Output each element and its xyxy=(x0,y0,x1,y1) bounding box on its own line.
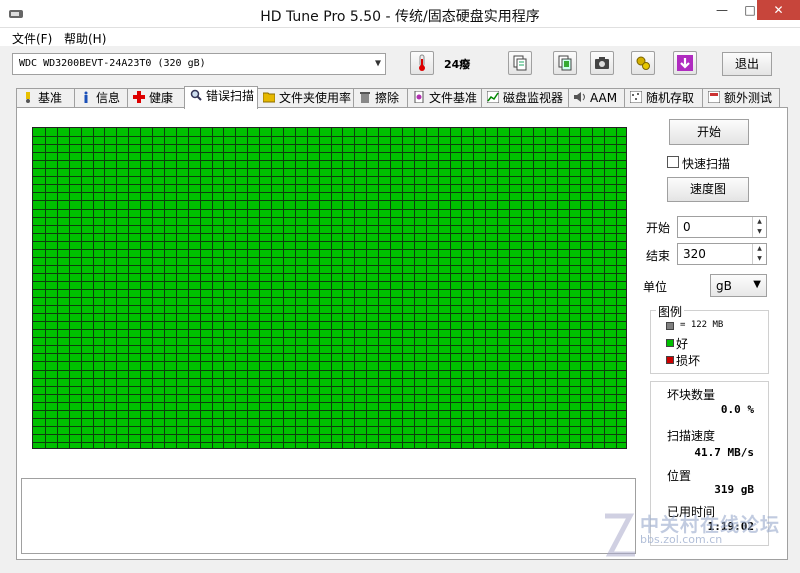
tab-file-benchmark[interactable]: 文件基准 xyxy=(407,88,482,108)
info-icon xyxy=(84,91,88,103)
save-icon xyxy=(677,55,693,71)
title-bar: HD Tune Pro 5.50 - 传统/固态硬盘实用程序 — □ ✕ xyxy=(0,0,800,28)
tab-aam[interactable]: AAM xyxy=(568,88,625,108)
drive-select[interactable]: WDC WD3200BEVT-24A23T0 (320 gB) ▼ xyxy=(12,53,386,75)
random-access-icon xyxy=(630,91,642,103)
tab-extra-tests[interactable]: 额外测试 xyxy=(702,88,780,108)
tab-disk-monitor-label: 磁盘监视器 xyxy=(503,91,564,105)
bad-blocks-value: 0.0 % xyxy=(720,403,754,416)
scan-block-grid xyxy=(32,127,627,449)
tab-health[interactable]: 健康 xyxy=(127,88,185,108)
start-position-stepper[interactable]: 0 ▲ ▼ xyxy=(677,216,767,238)
scan-block-grid-svg xyxy=(33,128,626,448)
end-field-label: 结束 xyxy=(646,249,671,263)
close-button[interactable]: ✕ xyxy=(757,0,800,20)
tab-error-scan-label: 错误扫描 xyxy=(206,89,255,103)
legend-block-size: = 122 MB xyxy=(680,320,724,330)
tab-folder-usage-label: 文件夹使用率 xyxy=(279,91,352,105)
scan-speed-label: 扫描速度 xyxy=(667,429,716,443)
menu-help[interactable]: 帮助(H) xyxy=(64,30,106,47)
file-benchmark-icon xyxy=(414,91,424,103)
tab-file-benchmark-label: 文件基准 xyxy=(429,91,478,105)
tab-aam-label: AAM xyxy=(590,91,618,105)
drive-select-value: WDC WD3200BEVT-24A23T0 (320 gB) xyxy=(19,58,206,69)
scan-speed-value: 41.7 MB/s xyxy=(694,446,754,459)
tab-erase[interactable]: 擦除 xyxy=(353,88,408,108)
position-value: 319 gB xyxy=(714,483,754,496)
thermometer-button[interactable] xyxy=(410,51,434,75)
copy-screen-button[interactable] xyxy=(553,51,577,75)
legend-bad-swatch xyxy=(666,356,674,364)
menu-bar: 文件(F) 帮助(H) xyxy=(0,28,800,46)
start-button[interactable]: 开始 xyxy=(669,119,749,145)
legend-good-swatch xyxy=(666,339,674,347)
end-position-stepper[interactable]: 320 ▲ ▼ xyxy=(677,243,767,265)
minimize-button[interactable]: — xyxy=(708,0,736,20)
tab-random-access[interactable]: 随机存取 xyxy=(624,88,703,108)
tab-random-access-label: 随机存取 xyxy=(646,91,695,105)
tab-benchmark-label: 基准 xyxy=(38,91,63,105)
speaker-icon xyxy=(574,92,585,102)
chevron-down-icon: ▼ xyxy=(753,279,761,290)
window-title: HD Tune Pro 5.50 - 传统/固态硬盘实用程序 xyxy=(260,9,540,25)
quick-scan-label: 快速扫描 xyxy=(682,157,731,171)
bad-blocks-label: 坏块数量 xyxy=(667,388,716,402)
stepper-arrows-icon[interactable]: ▲ ▼ xyxy=(752,217,766,237)
speed-map-button[interactable]: 速度图 xyxy=(667,177,749,202)
stepper-arrows-icon[interactable]: ▲ ▼ xyxy=(752,244,766,264)
position-label: 位置 xyxy=(667,469,692,483)
end-position-value: 320 xyxy=(683,247,706,261)
tab-extra-tests-label: 额外测试 xyxy=(724,91,773,105)
temperature-readout: 24癈 xyxy=(444,58,471,71)
unit-select-value: gB xyxy=(716,279,732,293)
start-field-label: 开始 xyxy=(646,221,671,235)
erase-icon xyxy=(360,92,370,103)
camera-icon xyxy=(595,57,609,69)
quick-scan-checkbox[interactable] xyxy=(667,156,679,168)
tab-benchmark[interactable]: 基准 xyxy=(16,88,75,108)
disk-monitor-icon xyxy=(487,91,499,103)
options-icon xyxy=(636,56,650,70)
tab-folder-usage[interactable]: 文件夹使用率 xyxy=(257,88,354,108)
legend-bad-label: 损坏 xyxy=(676,354,701,368)
tab-health-label: 健康 xyxy=(149,91,174,105)
benchmark-icon xyxy=(26,92,30,103)
folder-icon xyxy=(263,92,275,103)
scan-log-box xyxy=(21,478,636,554)
extra-tests-icon xyxy=(708,91,720,103)
tab-info[interactable]: 信息 xyxy=(74,88,128,108)
unit-select[interactable]: gB ▼ xyxy=(710,274,767,297)
watermark-url: bbs.zol.com.cn xyxy=(640,533,723,546)
tab-info-label: 信息 xyxy=(96,91,121,105)
toolbar: WDC WD3200BEVT-24A23T0 (320 gB) ▼ 24癈 退出 xyxy=(0,46,800,86)
exit-button[interactable]: 退出 xyxy=(722,52,772,76)
health-icon xyxy=(133,91,145,103)
screenshot-button[interactable] xyxy=(590,51,614,75)
thermometer-icon xyxy=(419,54,425,71)
copy-info-button[interactable] xyxy=(508,51,532,75)
options-button[interactable] xyxy=(631,51,655,75)
copy-info-icon xyxy=(513,55,527,71)
tab-error-scan[interactable]: 错误扫描 xyxy=(184,86,258,109)
unit-label: 单位 xyxy=(643,280,668,294)
copy-screen-icon xyxy=(558,55,572,71)
tab-disk-monitor[interactable]: 磁盘监视器 xyxy=(481,88,569,108)
menu-file[interactable]: 文件(F) xyxy=(12,30,52,47)
tab-erase-label: 擦除 xyxy=(375,91,400,105)
legend-title: 图例 xyxy=(656,303,685,320)
chevron-down-icon: ▼ xyxy=(374,58,381,69)
legend-good-label: 好 xyxy=(676,337,689,351)
magnifier-icon xyxy=(190,89,202,101)
save-button[interactable] xyxy=(673,51,697,75)
start-position-value: 0 xyxy=(683,220,691,234)
legend-block-swatch xyxy=(666,322,674,330)
